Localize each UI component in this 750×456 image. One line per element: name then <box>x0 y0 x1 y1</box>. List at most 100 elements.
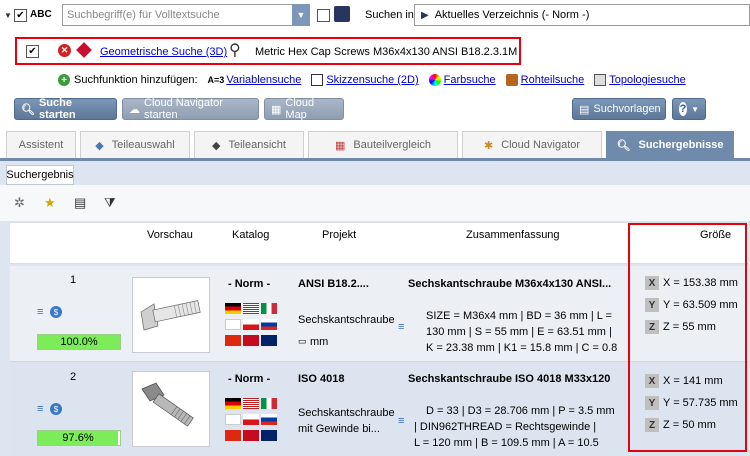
favorite-folder-icon[interactable]: ★ <box>44 195 56 211</box>
geometric-search-row: ✔ ✕ Geometrische Suche (3D) ⚲ Metric Hex… <box>15 37 521 65</box>
project-description: Sechskantschraube <box>298 314 395 326</box>
abc-label: ABC <box>30 9 52 20</box>
variable-search-link[interactable]: Variablensuche <box>226 74 301 86</box>
summary-line[interactable]: | DIN962THREAD = Rechtsgewinde | <box>414 421 596 433</box>
tab-teileauswahl[interactable]: ◆ Teileauswahl <box>80 131 190 158</box>
col-preview[interactable]: Vorschau <box>147 229 193 241</box>
project-name: ANSI B18.2.... <box>298 278 369 290</box>
variable-icon: A=3 <box>207 75 225 85</box>
filter-icon[interactable]: ⧩ <box>104 195 116 211</box>
color-icon <box>428 74 441 86</box>
project-description: Sechskantschraube mit Gewinde bi... <box>298 407 395 435</box>
summary-title: Sechskantschraube ISO 4018 M33x120 <box>408 373 611 385</box>
triangle-right-icon: ▶ <box>421 9 429 21</box>
col-catalog[interactable]: Katalog <box>232 229 269 241</box>
project-name: ISO 4018 <box>298 373 345 385</box>
geo-part-name: Metric Hex Cap Screws M36x4x130 ANSI B18… <box>255 46 518 58</box>
add-icon[interactable]: + <box>58 74 70 86</box>
cloud-map-button[interactable]: ▦ Cloud Map <box>264 97 344 121</box>
compare-icon: ▦ <box>334 139 346 152</box>
part-view-icon: ◆ <box>212 139 221 152</box>
summary-line[interactable]: SIZE = M36x4 mm | BD = 36 mm | L = <box>426 310 612 322</box>
add-function-label: Suchfunktion hinzufügen: <box>74 74 198 86</box>
map-icon: ▦ <box>271 103 282 116</box>
cloud-map-label: Cloud Map <box>285 97 315 121</box>
list-icon: ≡ <box>398 415 405 427</box>
summary-line[interactable]: L = 120 mm | B = 109.5 mm | A = 10.5 <box>414 437 599 449</box>
sketch-icon <box>311 74 324 86</box>
tab-assistent[interactable]: Assistent <box>6 131 76 158</box>
search-in-select[interactable]: ▶ Aktuelles Verzeichnis (- Norm -) <box>414 4 750 26</box>
sketch-search-link[interactable]: Skizzensuche (2D) <box>326 74 418 86</box>
color-search-link[interactable]: Farbsuche <box>444 74 496 86</box>
catalog-name: - Norm - <box>228 278 271 290</box>
chevron-down-icon: ▼ <box>691 104 699 114</box>
catalog-flags <box>224 302 284 350</box>
geo-search-checkbox[interactable]: ✔ <box>26 45 39 58</box>
raw-part-search-link[interactable]: Rohteilsuche <box>521 74 585 86</box>
export-icon[interactable]: ▤ <box>74 195 86 211</box>
navigator-icon: ✱ <box>483 139 494 152</box>
search-dropdown-button[interactable]: ▼ <box>292 4 310 26</box>
screw-preview-icon <box>140 300 201 331</box>
subtab-label: Suchergebnis <box>6 169 74 181</box>
list-icon[interactable]: ≡ <box>37 306 43 318</box>
preview-image[interactable] <box>132 371 210 447</box>
summary-title: Sechskantschraube M36x4x130 ANSI... <box>408 278 612 290</box>
tab-teileansicht[interactable]: ◆ Teileansicht <box>194 131 304 158</box>
help-button[interactable]: ? ▼ <box>672 98 706 120</box>
summary-line[interactable]: 130 mm | S = 55 mm | E = 63.51 mm | <box>426 326 612 338</box>
match-percentage: 100.0% <box>37 334 121 350</box>
template-icon: ▤ <box>579 103 590 116</box>
tab-bauteilvergleich[interactable]: ▦ Bauteilvergleich <box>308 131 458 158</box>
extra-checkbox[interactable] <box>317 9 330 22</box>
tab-label: Teileansicht <box>228 139 286 151</box>
dollar-icon[interactable]: $ <box>50 403 62 415</box>
tab-label: Assistent <box>18 139 64 151</box>
percentage-text: 97.6% <box>62 432 94 444</box>
catalog-name: - Norm - <box>228 373 271 385</box>
search-toolbar: ▼ ✔ ABC Suchbegriff(e) für Volltextsuche… <box>4 4 750 26</box>
search-templates-button[interactable]: ▤ Suchvorlagen <box>572 98 666 120</box>
book-icon <box>334 6 350 22</box>
col-summary[interactable]: Zusammenfassung <box>466 229 560 241</box>
row-number: 1 <box>70 274 77 286</box>
magnifier-icon: 🔍︎ <box>21 103 35 116</box>
tab-label: Cloud Navigator <box>501 139 581 151</box>
search-results-icon: 🔍︎ <box>616 139 631 152</box>
remove-icon[interactable]: ✕ <box>58 44 71 57</box>
unit-label: mm <box>310 336 329 348</box>
preview-image[interactable] <box>132 277 210 353</box>
percentage-text: 100.0% <box>60 336 98 348</box>
catalog-flags <box>224 397 284 445</box>
parts-selection-icon: ◆ <box>95 139 104 152</box>
topology-icon <box>594 74 607 86</box>
settings-icon[interactable]: ✲ <box>14 195 25 211</box>
templates-label: Suchvorlagen <box>593 103 661 115</box>
fulltext-checkbox[interactable]: ✔ <box>14 9 27 22</box>
tab-label: Bauteilvergleich <box>353 139 432 151</box>
geometric-search-link[interactable]: Geometrische Suche (3D) <box>100 46 227 58</box>
col-project[interactable]: Projekt <box>322 229 356 241</box>
toolbar-dropdown-arrow[interactable]: ▼ <box>4 11 12 20</box>
topology-search-link[interactable]: Topologiesuche <box>609 74 685 86</box>
dollar-icon[interactable]: $ <box>50 306 62 318</box>
subtab-suchergebnis[interactable]: Suchergebnis <box>6 165 74 185</box>
help-icon: ? <box>679 102 688 116</box>
search-input[interactable]: Suchbegriff(e) für Volltextsuche <box>62 4 310 26</box>
cloud-navigator-start-button[interactable]: ☁ Cloud Navigator starten <box>122 97 259 121</box>
summary-line[interactable]: D = 33 | D3 = 28.706 mm | P = 3.5 mm <box>426 405 615 417</box>
search-in-label: Suchen in <box>365 9 414 21</box>
add-search-function-row: + Suchfunktion hinzufügen: A=3 Variablen… <box>58 72 748 88</box>
tab-cloud-navigator[interactable]: ✱ Cloud Navigator <box>462 131 602 158</box>
match-percentage-fill: 97.6% <box>38 431 119 445</box>
tab-suchergebnisse[interactable]: 🔍︎ Suchergebnisse <box>606 131 734 158</box>
tab-label: Suchergebnisse <box>638 139 724 151</box>
cube-3d-icon <box>76 42 92 58</box>
summary-line[interactable]: K = 23.38 mm | K1 = 15.8 mm | C = 0.8 <box>426 342 617 354</box>
search-in-value: Aktuelles Verzeichnis (- Norm -) <box>434 9 590 21</box>
start-search-label: Suche starten <box>38 97 76 121</box>
search-placeholder: Suchbegriff(e) für Volltextsuche <box>67 9 220 21</box>
list-icon[interactable]: ≡ <box>37 403 43 415</box>
start-search-button[interactable]: 🔍︎ Suche starten <box>14 97 117 121</box>
